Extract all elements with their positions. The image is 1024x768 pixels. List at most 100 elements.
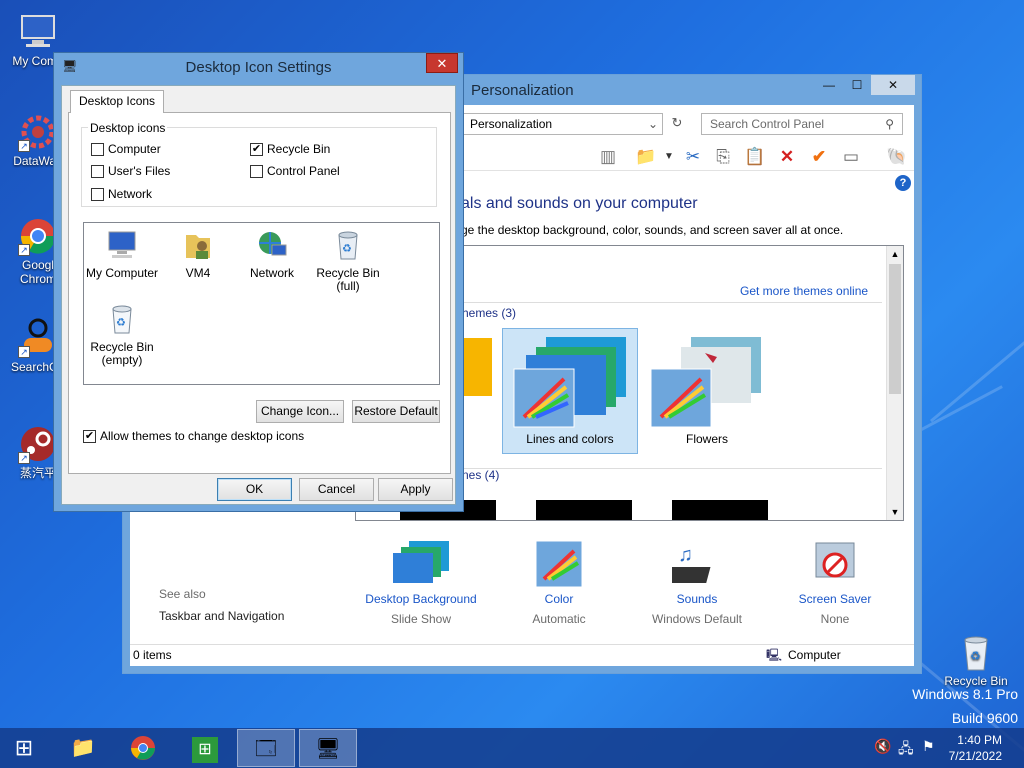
list-item-vm4[interactable]: VM4 xyxy=(160,229,236,280)
group-divider xyxy=(462,468,882,469)
taskbar-navigation-link[interactable]: Taskbar and Navigation xyxy=(159,609,284,623)
checkbox-box[interactable] xyxy=(250,164,263,178)
icon-list: My Computer VM4 Network ♻ Recycle Bin (f… xyxy=(83,222,440,385)
checkbox-label: Control Panel xyxy=(267,164,340,178)
paste-icon[interactable]: 📋 xyxy=(744,146,766,168)
minimize-button[interactable]: — xyxy=(815,75,843,95)
store-icon: ⊞ xyxy=(192,737,218,763)
checkbox-box[interactable] xyxy=(91,164,104,178)
chevron-down-icon[interactable]: ⌄ xyxy=(648,114,658,134)
flowers-preview-icon xyxy=(650,337,761,428)
action-center-icon[interactable]: ⚑ xyxy=(922,738,935,755)
cut-icon[interactable]: ✂ xyxy=(682,146,704,168)
checkbox-box[interactable] xyxy=(91,142,104,156)
shell-icon[interactable]: 🐚 xyxy=(886,146,908,168)
maximize-button[interactable]: ☐ xyxy=(843,75,871,95)
delete-icon[interactable]: ✕ xyxy=(776,146,798,168)
page-heading: als and sounds on your computer xyxy=(461,195,698,212)
setting-value: Slide Show xyxy=(390,612,452,626)
checkmark-icon[interactable]: ✔ xyxy=(808,146,830,168)
layout-pane-icon[interactable]: ▥ xyxy=(597,146,619,168)
restore-default-button[interactable]: Restore Default xyxy=(352,400,440,423)
scrollbar-thumb[interactable] xyxy=(889,264,901,394)
checkbox-computer[interactable]: Computer xyxy=(91,142,161,156)
help-icon[interactable]: ? xyxy=(895,175,911,191)
theme-lines-and-colors[interactable]: Lines and colors xyxy=(502,328,638,454)
theme-thumbnail-partial[interactable] xyxy=(672,500,768,520)
checkbox-recycle-bin[interactable]: ✔ Recycle Bin xyxy=(250,142,330,156)
network-icon xyxy=(259,232,287,256)
desktop-background-setting[interactable]: Desktop Background Slide Show xyxy=(361,539,481,626)
desktop-background-icon xyxy=(393,541,449,583)
computer-icon xyxy=(108,231,136,258)
chevron-down-icon[interactable]: ▼ xyxy=(658,146,680,168)
recycle-bin-empty-icon: ♻ xyxy=(112,305,132,334)
computer-icon xyxy=(18,12,58,52)
start-button[interactable]: ⊞ xyxy=(0,729,48,767)
computer-icon: 🖥 xyxy=(315,738,341,760)
taskbar-store[interactable]: ⊞ xyxy=(176,729,234,767)
close-button[interactable]: ✕ xyxy=(426,53,458,73)
desktop-icon-recycle-bin[interactable]: ♻ Recycle Bin xyxy=(944,632,1008,688)
desktop-icons-group: Desktop icons Computer ✔ Recycle Bin User… xyxy=(81,121,437,207)
checkmark-icon[interactable]: ✔ xyxy=(250,142,263,156)
taskbar-chrome[interactable] xyxy=(114,729,172,767)
screen-saver-setting[interactable]: Screen Saver None xyxy=(787,539,883,626)
taskbar-file-explorer[interactable]: 📁 xyxy=(54,729,112,767)
scroll-up-icon[interactable]: ▲ xyxy=(887,246,903,262)
checkbox-box[interactable] xyxy=(91,187,104,201)
copy-icon[interactable]: ⎘ xyxy=(712,146,734,168)
tab-desktop-icons[interactable]: Desktop Icons xyxy=(70,90,165,113)
windows-logo-icon: ⊞ xyxy=(14,735,34,760)
properties-folder-icon[interactable]: 📁 xyxy=(635,146,657,168)
checkbox-control-panel[interactable]: Control Panel xyxy=(250,164,340,178)
list-item-recycle-bin-full[interactable]: ♻ Recycle Bin (full) xyxy=(310,229,386,293)
taskbar-desktop-icon-settings[interactable]: 🖥 xyxy=(299,729,357,767)
checkbox-network[interactable]: Network xyxy=(91,187,152,201)
cancel-button[interactable]: Cancel xyxy=(299,478,374,501)
theme-thumbnail-partial[interactable] xyxy=(536,500,632,520)
wallpaper-line xyxy=(930,291,1024,423)
network-icon[interactable]: 🖧 xyxy=(898,738,914,762)
checkbox-users-files[interactable]: User's Files xyxy=(91,164,170,178)
close-button[interactable]: ✕ xyxy=(871,75,915,95)
scroll-down-icon[interactable]: ▼ xyxy=(887,504,903,520)
color-setting[interactable]: Color Automatic xyxy=(515,539,603,626)
refresh-icon[interactable]: ↻ xyxy=(667,115,687,135)
svg-text:♻: ♻ xyxy=(970,649,981,663)
svg-text:♫: ♫ xyxy=(678,544,693,566)
window-title: Personalization xyxy=(471,82,574,99)
rename-icon[interactable]: ▭ xyxy=(840,146,862,168)
list-item-network[interactable]: Network xyxy=(234,229,310,280)
search-input[interactable]: Search Control Panel ⚲ xyxy=(701,113,903,135)
apply-button[interactable]: Apply xyxy=(378,478,453,501)
search-icon[interactable]: ⚲ xyxy=(885,114,894,134)
list-item-my-computer[interactable]: My Computer xyxy=(84,229,160,280)
lines-colors-preview-icon xyxy=(513,337,626,428)
address-bar[interactable]: Personalization ⌄ xyxy=(463,113,663,135)
ok-button[interactable]: OK xyxy=(217,478,292,501)
checkbox-label: Allow themes to change desktop icons xyxy=(100,429,305,443)
checkbox-label: Network xyxy=(108,187,153,201)
list-item-recycle-bin-empty[interactable]: ♻ Recycle Bin (empty) xyxy=(84,303,160,367)
setting-label: Desktop Background xyxy=(365,592,477,606)
volume-muted-icon[interactable]: 🔇 xyxy=(874,738,891,755)
theme-name: Flowers xyxy=(685,432,728,446)
sounds-setting[interactable]: ♫ Sounds Windows Default xyxy=(639,539,755,626)
checkmark-icon[interactable]: ✔ xyxy=(83,429,96,443)
theme-flowers[interactable]: Flowers xyxy=(642,328,772,454)
list-item-label: VM4 xyxy=(185,266,211,280)
address-text: Personalization xyxy=(470,117,553,131)
taskbar-control-panel[interactable]: 🗔 xyxy=(237,729,295,767)
color-icon xyxy=(535,540,583,588)
clock-date: 7/21/2022 xyxy=(948,749,1002,763)
list-item-label: My Computer xyxy=(85,266,159,280)
checkbox-allow-themes[interactable]: ✔ Allow themes to change desktop icons xyxy=(83,429,304,443)
clock[interactable]: 1:40 PM 7/21/2022 xyxy=(949,732,1002,764)
get-more-themes-link[interactable]: Get more themes online xyxy=(740,284,868,298)
change-icon-button[interactable]: Change Icon... xyxy=(256,400,344,423)
taskbar: ⊞ 📁 ⊞ 🗔 🖥 🔇 🖧 ⚑ 1:40 PM 7/21/2022 xyxy=(0,728,1024,768)
group-label: Desktop icons xyxy=(88,121,168,135)
status-item-count: 0 items xyxy=(133,648,172,662)
themes-scrollbar[interactable]: ▲ ▼ xyxy=(886,246,903,520)
